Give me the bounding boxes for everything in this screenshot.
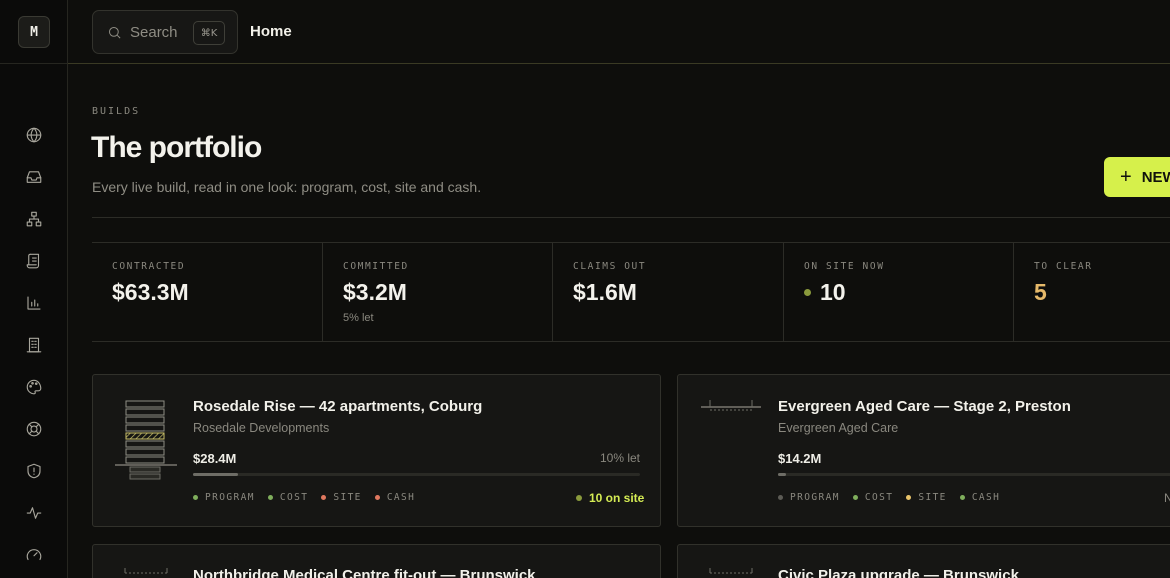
stat-label: COMMITTED (343, 261, 409, 272)
stat-on-site-now: ON SITE NOW 10 (784, 243, 1014, 342)
sidebar: M (0, 0, 68, 578)
site-ground-icon (709, 568, 753, 574)
topbar: Search ⌘K Home (68, 0, 1170, 64)
stat-value: 5 (1034, 279, 1047, 305)
bar-chart-icon[interactable] (24, 293, 44, 313)
search-label: Search (130, 23, 178, 41)
build-let-label: 10% let (599, 451, 640, 465)
tag-label: SITE (333, 492, 362, 503)
stat-value: $63.3M (112, 279, 189, 305)
build-name[interactable]: Civic Plaza upgrade — Brunswick (778, 567, 1019, 578)
activity-icon[interactable] (24, 503, 44, 523)
build-status-tags: PROGRAM COST SITE CASH (193, 492, 428, 503)
stat-committed: COMMITTED $3.2M 5% let (323, 243, 553, 342)
build-amount: $28.4M (193, 451, 237, 466)
tag-label: COST (279, 492, 309, 503)
stat-value-row: 10 (804, 279, 1013, 306)
tag-site: SITE (321, 492, 361, 503)
build-client: Rosedale Developments (193, 421, 330, 435)
scroll-icon[interactable] (24, 251, 44, 271)
header-divider (92, 217, 1170, 218)
stats-strip: CONTRACTED $63.3M COMMITTED $3.2M 5% let… (92, 242, 1170, 342)
tag-program: PROGRAM (193, 492, 255, 503)
status-dot-icon (267, 495, 273, 500)
status-dot-icon (959, 495, 965, 500)
stat-value: 10 (820, 279, 846, 305)
new-build-button[interactable]: + NEW (1104, 157, 1170, 197)
site-ground-icon (701, 400, 761, 411)
status-dot-icon (852, 495, 858, 500)
tag-label: SITE (918, 492, 947, 503)
tag-cost: COST (267, 492, 309, 503)
on-site-count: 10 on site (576, 491, 644, 505)
tag-cost: COST (852, 492, 894, 503)
palette-icon[interactable] (24, 377, 44, 397)
plus-icon: + (1120, 166, 1132, 188)
build-name[interactable]: Northbridge Medical Centre fit-out — Bru… (193, 567, 536, 578)
on-site-dot-icon (576, 495, 582, 501)
tag-label: PROGRAM (205, 492, 255, 503)
building-icon[interactable] (24, 335, 44, 355)
tag-label: CASH (386, 492, 416, 503)
status-dot-icon (193, 495, 198, 500)
new-build-label: NEW (1141, 168, 1170, 186)
build-card-northbridge[interactable]: Northbridge Medical Centre fit-out — Bru… (92, 544, 661, 578)
stat-label: TO CLEAR (1034, 261, 1093, 272)
on-site-dot-icon (804, 289, 811, 296)
tag-site: SITE (906, 492, 946, 503)
app-logo[interactable]: M (18, 16, 50, 48)
status-dot-icon (321, 495, 327, 500)
stat-claims-out: CLAIMS OUT $1.6M (553, 243, 784, 342)
build-progress-bar (778, 473, 1170, 476)
stat-label: ON SITE NOW (804, 261, 885, 272)
breadcrumb-home[interactable]: Home (250, 23, 292, 40)
on-site-count: N (1164, 491, 1170, 505)
stat-label: CONTRACTED (112, 261, 186, 272)
lifebuoy-icon[interactable] (24, 419, 44, 439)
build-progress-bar (193, 473, 640, 476)
build-card-evergreen[interactable]: Evergreen Aged Care — Stage 2, Preston E… (677, 374, 1170, 527)
build-name[interactable]: Rosedale Rise — 42 apartments, Coburg (193, 398, 482, 415)
build-client: Evergreen Aged Care (778, 421, 899, 435)
stat-value: $1.6M (573, 279, 637, 305)
search-box[interactable]: Search ⌘K (92, 10, 238, 54)
gauge-icon[interactable] (24, 545, 44, 565)
tag-label: PROGRAM (790, 492, 840, 503)
build-card-civic-plaza[interactable]: Civic Plaza upgrade — Brunswick (677, 544, 1170, 578)
build-amount: $14.2M (778, 451, 822, 466)
build-card-rosedale[interactable]: Rosedale Rise — 42 apartments, Coburg Ro… (92, 374, 661, 527)
tower-stack-icon (115, 400, 177, 480)
page-title: The portfolio (91, 131, 262, 164)
tag-cash: CASH (959, 492, 1001, 503)
stat-value: $3.2M (343, 279, 407, 305)
status-dot-icon (906, 495, 912, 500)
stat-to-clear: TO CLEAR 5 (1014, 243, 1170, 342)
search-shortcut-kbd: ⌘K (193, 21, 225, 45)
sidebar-divider (0, 63, 68, 64)
globe-icon[interactable] (24, 125, 44, 145)
site-ground-icon (124, 568, 168, 574)
inbox-icon[interactable] (24, 167, 44, 187)
stat-contracted: CONTRACTED $63.3M (92, 243, 323, 342)
tag-cash: CASH (374, 492, 416, 503)
stat-note: 5% let (343, 312, 374, 324)
tag-label: CASH (971, 492, 1001, 503)
stat-label: CLAIMS OUT (573, 261, 647, 272)
org-chart-icon[interactable] (24, 209, 44, 229)
build-progress-fill (193, 473, 238, 476)
build-progress-fill (778, 473, 787, 476)
status-dot-icon (374, 495, 380, 500)
search-icon (109, 26, 121, 38)
page-eyebrow: BUILDS (92, 106, 141, 117)
status-dot-icon (778, 495, 783, 500)
build-name[interactable]: Evergreen Aged Care — Stage 2, Preston (778, 398, 1071, 415)
tag-program: PROGRAM (778, 492, 840, 503)
tag-label: COST (864, 492, 894, 503)
shield-icon[interactable] (24, 461, 44, 481)
build-status-tags: PROGRAM COST SITE CASH (778, 492, 1013, 503)
page-subtitle: Every live build, read in one look: prog… (92, 179, 482, 195)
on-site-label: 10 on site (589, 491, 645, 505)
